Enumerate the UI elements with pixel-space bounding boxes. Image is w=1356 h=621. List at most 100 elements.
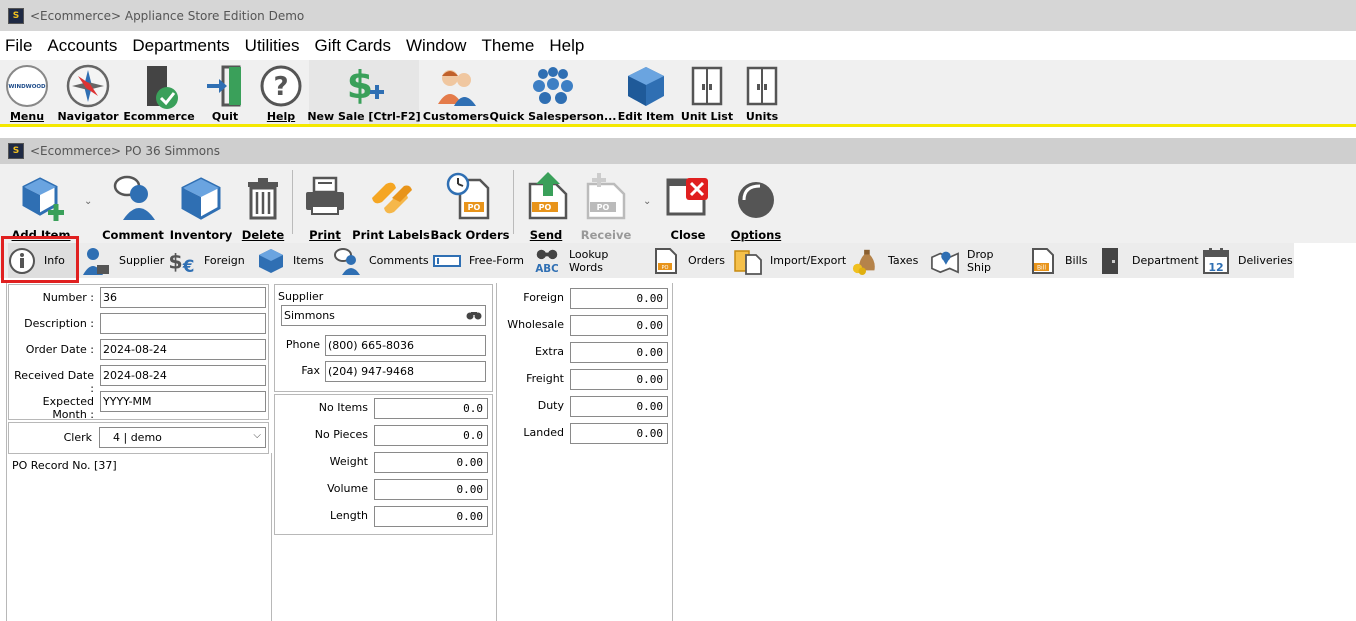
bills-document-icon: Bill [1029,247,1057,275]
customers-button[interactable]: Customers [423,60,489,124]
child-window-title-bar: S <Ecommerce> PO 36 Simmons [0,138,1356,164]
svg-text:$: $ [168,249,182,273]
extra-label: Extra [534,345,564,358]
svg-text:Bill: Bill [1037,264,1046,271]
menu-theme[interactable]: Theme [481,36,534,56]
send-button[interactable]: PO Send [522,172,570,242]
drop-ship-map-pin-icon [931,247,959,275]
comments-person-icon [333,247,361,275]
customers-people-icon [438,70,476,106]
length-field[interactable]: 0.00 [374,506,488,527]
supplier-person-icon [83,247,111,275]
menu-window[interactable]: Window [406,36,466,56]
send-po-upload-icon: PO [528,172,568,220]
labels-icon [372,182,412,214]
edit-item-button[interactable]: Edit Item [617,60,675,124]
received-date-field[interactable]: 2024-08-24 [100,365,266,386]
tab-department[interactable]: Department [1096,243,1199,278]
freight-label: Freight [526,372,564,385]
volume-field[interactable]: 0.00 [374,479,488,500]
ecommerce-button[interactable]: Ecommerce [123,60,195,124]
tab-drop-ship[interactable]: Drop Ship [931,243,1019,278]
navigator-button[interactable]: Navigator [57,60,119,124]
tab-supplier[interactable]: Supplier [83,243,164,278]
tab-comments[interactable]: Comments [333,243,429,278]
tab-free-form[interactable]: Free-Form [433,243,525,278]
receive-button[interactable]: PO Receive [578,172,634,242]
svg-text:€: € [182,256,195,275]
units-button[interactable]: Units [740,60,784,124]
tab-taxes[interactable]: Taxes [852,243,922,278]
back-orders-button[interactable]: PO Back Orders [431,172,510,242]
tab-orders[interactable]: PO Orders [652,243,725,278]
menu-gift-cards[interactable]: Gift Cards [314,36,391,56]
no-items-field[interactable]: 0.0 [374,398,488,419]
po-record-number: PO Record No. [37] [12,459,117,472]
menu-file[interactable]: File [5,36,32,56]
comment-button[interactable]: Comment [102,172,164,242]
foreign-cost-field[interactable]: 0.00 [570,288,668,309]
add-item-button[interactable]: Add Item [10,172,72,242]
tab-import-export[interactable]: Import/Export [734,243,846,278]
tab-foreign[interactable]: $ € Foreign [168,243,250,278]
content-right-border [672,283,673,621]
taxes-money-bag-icon [852,247,880,275]
options-button[interactable]: Options [730,172,782,242]
deliveries-calendar-icon: 12 [1202,247,1230,275]
clerk-select[interactable]: 4 | demo ⌵ [99,427,266,448]
weight-label: Weight [329,455,368,468]
landed-cost-field[interactable]: 0.00 [570,423,668,444]
menu-departments[interactable]: Departments [132,36,229,56]
tab-items[interactable]: Items [257,243,327,278]
number-field[interactable]: 36 [100,287,266,308]
add-item-dropdown-chevron-icon[interactable]: ⌄ [84,196,92,207]
expected-month-field[interactable]: YYYY-MM [100,391,266,412]
no-pieces-field[interactable]: 0.0 [374,425,488,446]
fax-field[interactable]: (204) 947-9468 [325,361,486,382]
receive-dropdown-chevron-icon[interactable]: ⌄ [643,196,651,207]
new-sale-button[interactable]: $ New Sale [Ctrl-F2] [307,60,421,124]
main-toolbar: WINDWOOD Menu Navigator Ecommerce Quit ?… [0,60,1356,127]
print-button[interactable]: Print [300,172,350,242]
content-left-border [6,283,7,621]
quick-salesperson-button[interactable]: Quick Salesperson... [490,60,617,124]
order-date-field[interactable]: 2024-08-24 [100,339,266,360]
menu-accounts[interactable]: Accounts [47,36,117,56]
freight-cost-field[interactable]: 0.00 [570,369,668,390]
delete-button[interactable]: Delete [238,172,288,242]
print-labels-button[interactable]: Print Labels [352,172,430,242]
menu-button[interactable]: WINDWOOD Menu [2,60,52,124]
unit-list-button[interactable]: Unit List [681,60,733,124]
phone-field[interactable]: (800) 665-8036 [325,335,486,356]
quit-button[interactable]: Quit [200,60,250,124]
landed-label: Landed [523,426,564,439]
toolbar-separator [292,170,293,234]
help-button[interactable]: ? Help [256,60,306,124]
close-button[interactable]: Close [662,172,714,242]
description-field[interactable] [100,313,266,334]
free-form-text-field-icon [433,247,461,275]
tab-lookup-words[interactable]: ABC Lookup Words [533,243,643,278]
menu-help[interactable]: Help [549,36,584,56]
supplier-lookup-field[interactable]: Simmons [281,305,486,326]
options-circle-icon [738,182,774,218]
orders-po-document-icon: PO [652,247,680,275]
foreign-currency-icon: $ € [168,247,196,275]
wholesale-cost-field[interactable]: 0.00 [570,315,668,336]
tab-deliveries[interactable]: 12 Deliveries [1202,243,1294,278]
menu-utilities[interactable]: Utilities [245,36,300,56]
record-tab-bar: Info Supplier $€ Foreign Items Comments [0,243,1356,279]
extra-cost-field[interactable]: 0.00 [570,342,668,363]
no-pieces-label: No Pieces [314,428,368,441]
tab-bills[interactable]: Bill Bills [1029,243,1089,278]
binoculars-icon[interactable] [466,309,482,321]
svg-text:12: 12 [1208,261,1223,274]
wholesale-label: Wholesale [507,318,564,331]
record-toolbar: Add Item ⌄ Comment Inventory Delete Prin… [0,164,1356,243]
inventory-button[interactable]: Inventory [170,172,232,242]
edit-item-box-icon [628,67,664,106]
duty-cost-field[interactable]: 0.00 [570,396,668,417]
close-window-icon [666,178,708,216]
weight-field[interactable]: 0.00 [374,452,488,473]
svg-text:WINDWOOD: WINDWOOD [8,84,46,90]
